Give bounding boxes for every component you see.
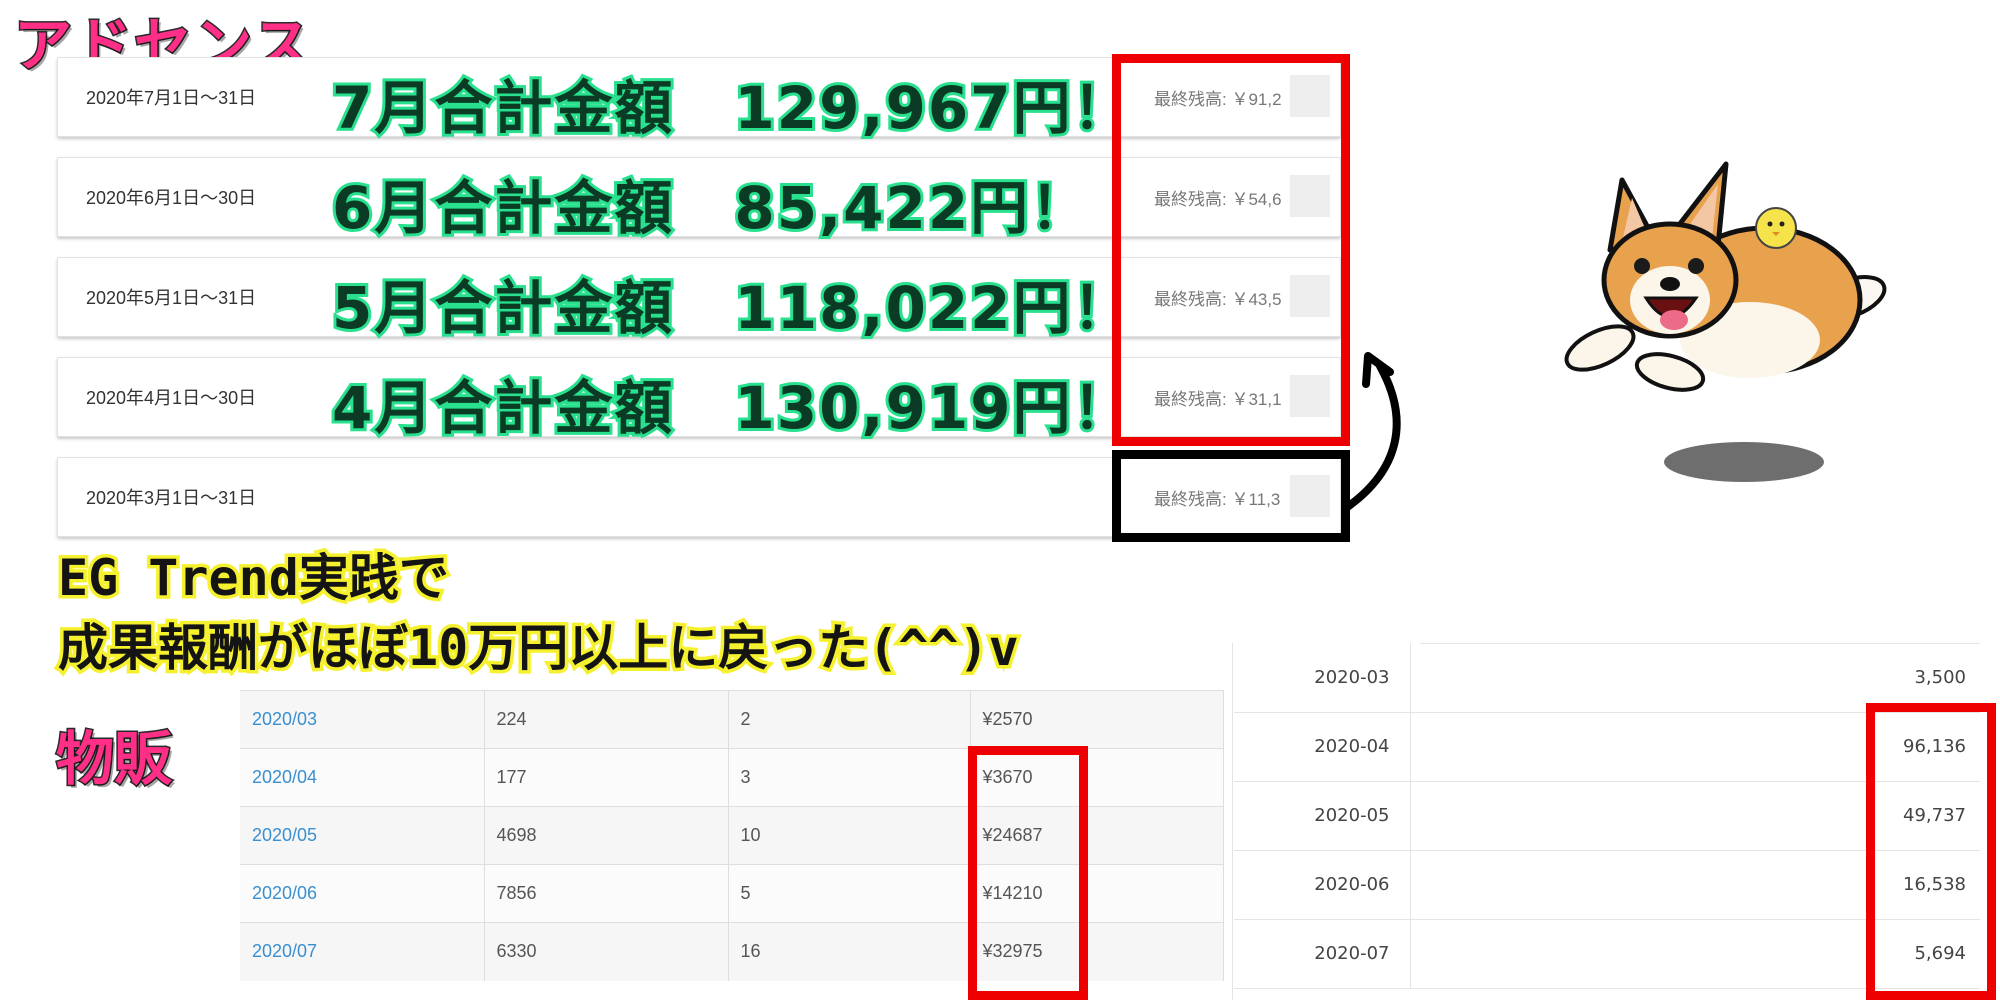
month-total-label: 4月合計金額 130,919円！ xyxy=(329,371,1134,445)
balance-highlight-box xyxy=(1112,54,1350,446)
message-line-1: EG Trend実践で xyxy=(55,546,453,611)
row-month: 2020-03 xyxy=(1234,643,1411,713)
row-count-a: 4698 xyxy=(484,806,729,865)
march-balance-highlight-box xyxy=(1112,450,1350,542)
row-count-b: 5 xyxy=(728,864,971,923)
period-date: 2020年4月1日～30日 xyxy=(86,388,257,408)
period-date: 2020年6月1日～30日 xyxy=(86,188,257,208)
row-count-a: 224 xyxy=(484,690,729,749)
row-month-link[interactable]: 2020/03 xyxy=(240,690,485,749)
row-count-b: 10 xyxy=(728,806,971,865)
period-date: 2020年3月1日～31日 xyxy=(86,488,257,508)
ground-shadow xyxy=(1664,442,1824,482)
sales-amount-highlight-box xyxy=(968,746,1088,1000)
row-month-link[interactable]: 2020/05 xyxy=(240,806,485,865)
row-month: 2020-04 xyxy=(1234,712,1411,782)
row-month-link[interactable]: 2020/07 xyxy=(240,922,485,981)
row-count-a: 7856 xyxy=(484,864,729,923)
month-total-label: 7月合計金額 129,967円！ xyxy=(329,71,1134,145)
corgi-illustration xyxy=(1564,161,1887,482)
row-month: 2020-06 xyxy=(1234,850,1411,920)
curved-arrow-icon xyxy=(1342,352,1401,512)
row-count-b: 16 xyxy=(728,922,971,981)
row-count-b: 2 xyxy=(728,690,971,749)
row-month: 2020-05 xyxy=(1234,781,1411,851)
month-total-label: 5月合計金額 118,022円！ xyxy=(329,271,1134,345)
table-divider xyxy=(1232,643,1233,1000)
row-month-link[interactable]: 2020/04 xyxy=(240,748,485,807)
row-amount: ¥2570 xyxy=(970,690,1224,749)
monthly-value-highlight-box xyxy=(1866,703,1996,1000)
chick-icon xyxy=(1755,207,1797,249)
row-month: 2020-07 xyxy=(1234,919,1411,989)
month-total-label: 6月合計金額 85,422円！ xyxy=(329,171,1091,245)
row-count-a: 177 xyxy=(484,748,729,807)
period-date: 2020年7月1日～31日 xyxy=(86,88,257,108)
period-date: 2020年5月1日～31日 xyxy=(86,288,257,308)
row-count-a: 6330 xyxy=(484,922,729,981)
row-count-b: 3 xyxy=(728,748,971,807)
table-row: 2020-03 3,500 xyxy=(1234,643,1980,713)
table-row: 2020/03 224 2 ¥2570 xyxy=(240,690,1224,749)
row-month-link[interactable]: 2020/06 xyxy=(240,864,485,923)
buppan-section-title: 物販 xyxy=(54,724,173,795)
row-value: 3,500 xyxy=(1410,643,1980,713)
message-line-2: 成果報酬がほぼ10万円以上に戻った(^^)v xyxy=(55,616,1023,681)
